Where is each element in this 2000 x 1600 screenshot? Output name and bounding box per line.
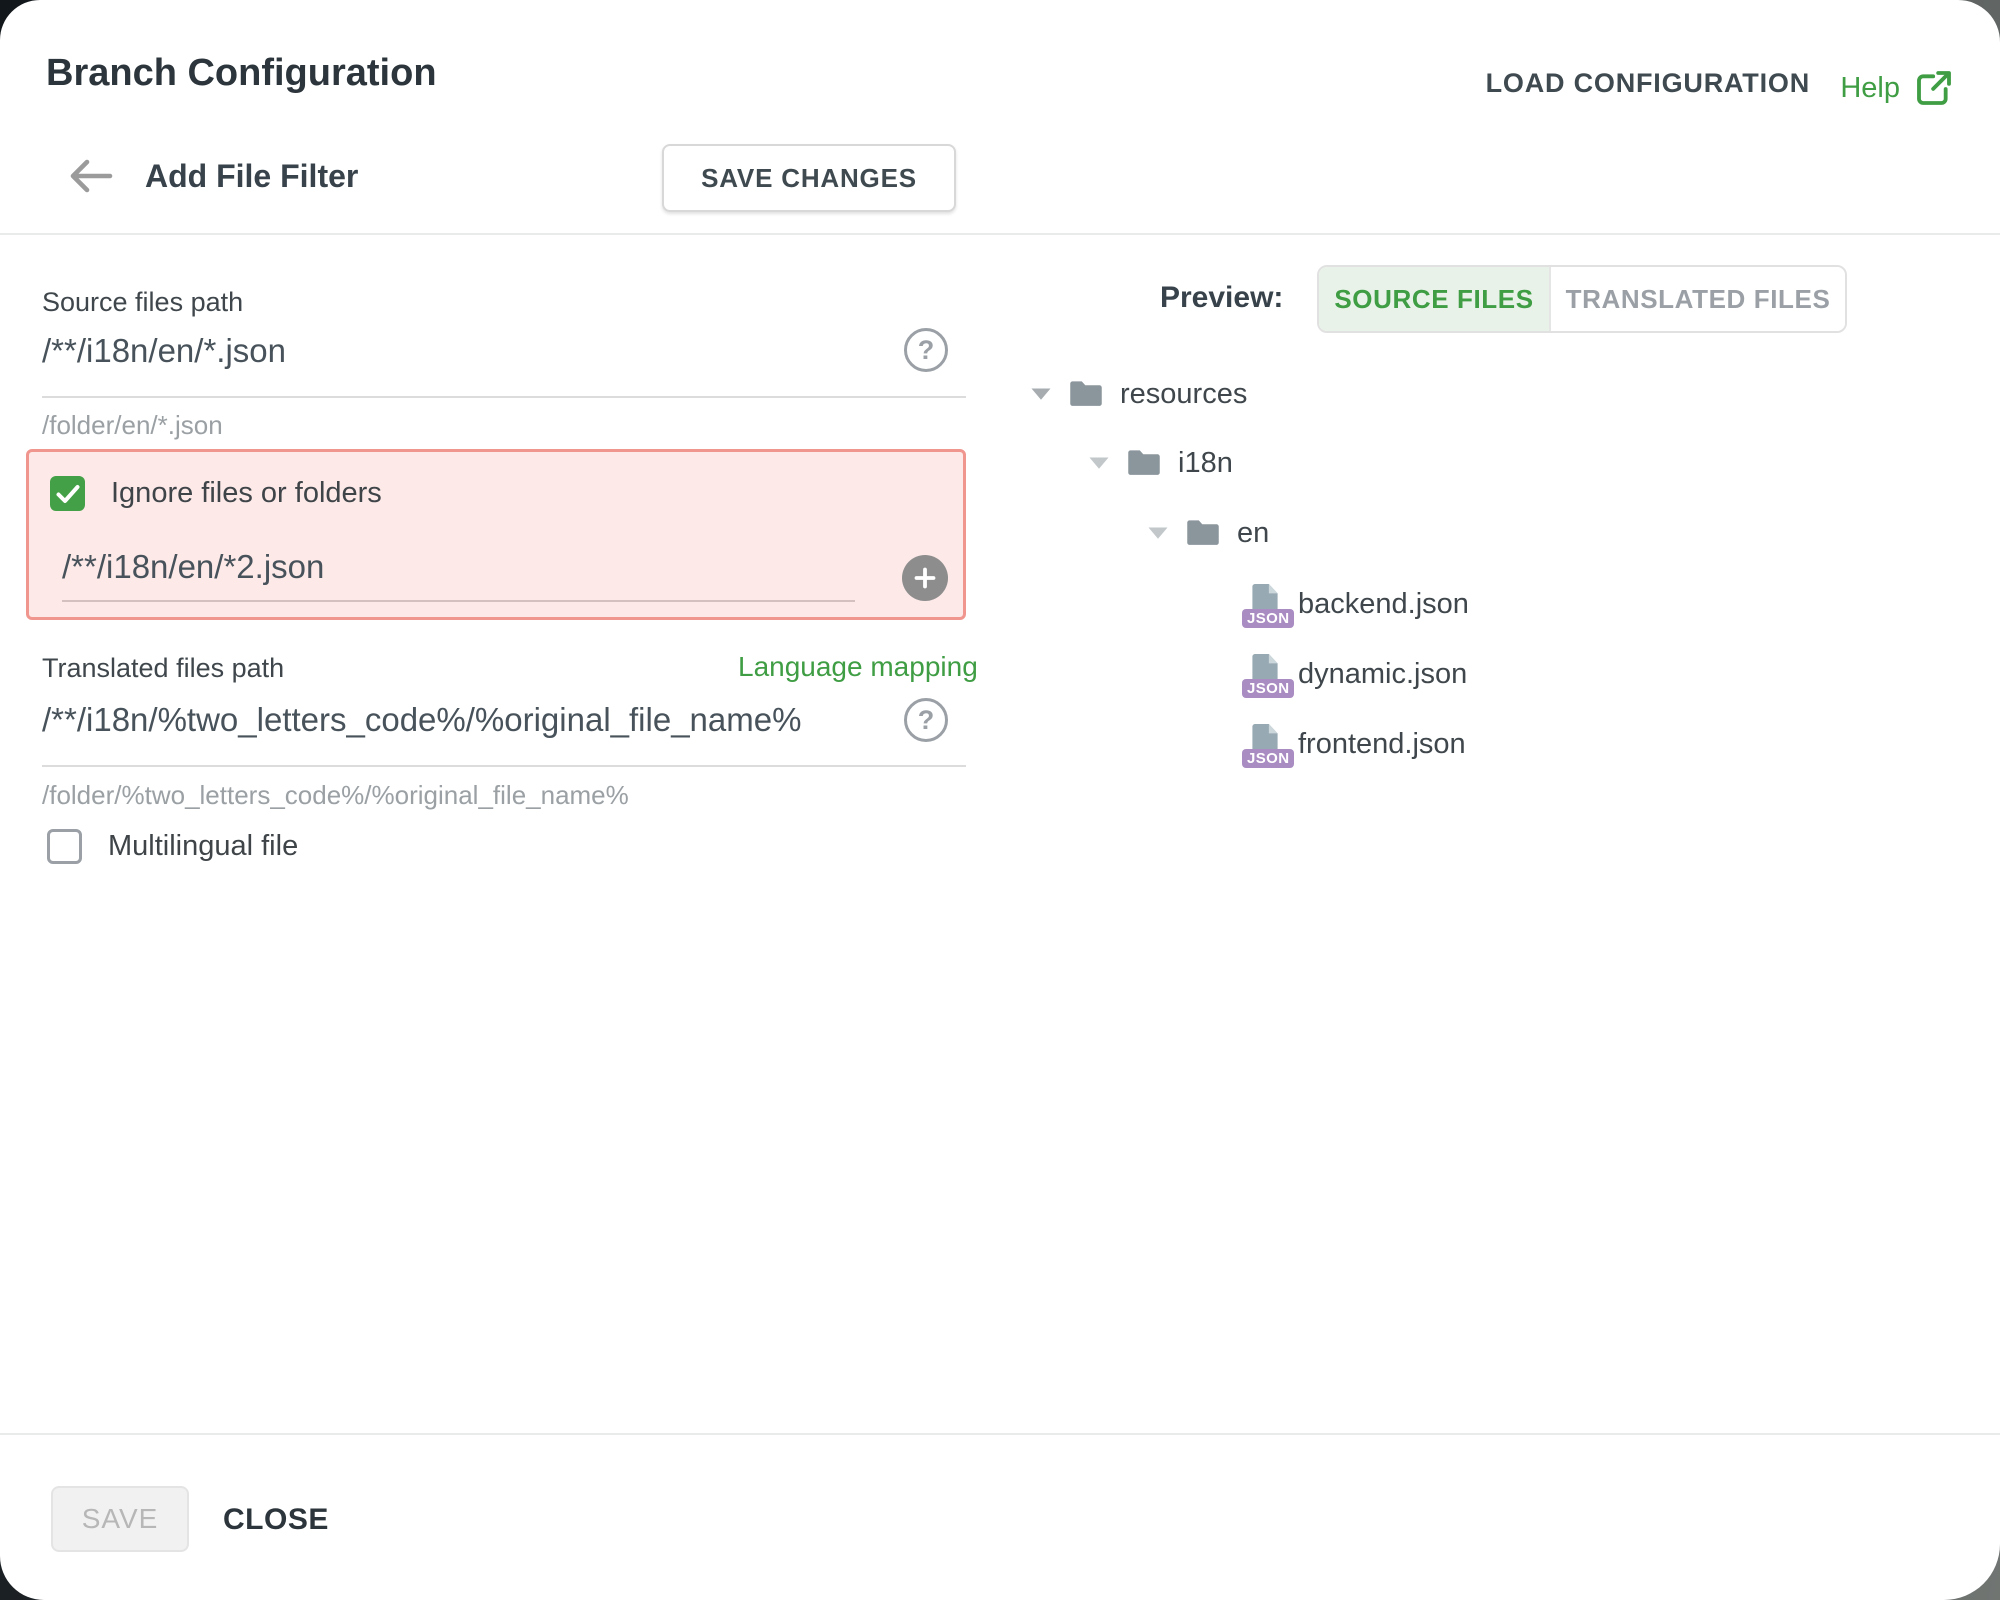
translated-path-hint: /folder/%two_letters_code%/%original_fil… bbox=[42, 780, 629, 811]
folder-icon bbox=[1126, 448, 1162, 478]
tree-item-label: i18n bbox=[1178, 447, 1233, 480]
json-badge: JSON bbox=[1242, 609, 1294, 628]
tree-item-label: backend.json bbox=[1298, 588, 1469, 621]
caret-down-icon[interactable] bbox=[1088, 456, 1110, 470]
tree-item-label: frontend.json bbox=[1298, 728, 1466, 761]
page-title: Branch Configuration bbox=[46, 52, 437, 95]
source-path-hint: /folder/en/*.json bbox=[42, 410, 223, 441]
multilingual-checkbox[interactable] bbox=[47, 829, 82, 864]
translated-path-help-icon[interactable]: ? bbox=[904, 698, 948, 742]
json-file-icon: JSON bbox=[1248, 723, 1282, 765]
preview-label: Preview: bbox=[1160, 281, 1283, 315]
json-file-icon: JSON bbox=[1248, 653, 1282, 695]
add-ignore-pattern-button[interactable] bbox=[902, 555, 948, 601]
json-badge: JSON bbox=[1242, 679, 1294, 698]
help-link[interactable]: Help bbox=[1840, 68, 1954, 108]
source-files-path-label: Source files path bbox=[42, 287, 243, 318]
ignore-pattern-input[interactable]: /**/i18n/en/*2.json bbox=[62, 548, 324, 586]
branch-configuration-dialog: Branch Configuration LOAD CONFIGURATION … bbox=[0, 0, 2000, 1600]
caret-down-icon[interactable] bbox=[1147, 526, 1169, 540]
header-divider bbox=[0, 233, 2000, 235]
tab-translated-files[interactable]: TRANSLATED FILES bbox=[1549, 267, 1845, 331]
tree-row-file-frontend[interactable]: JSON frontend.json bbox=[1016, 721, 1466, 767]
tree-item-label: dynamic.json bbox=[1298, 658, 1467, 691]
filter-title: Add File Filter bbox=[145, 158, 358, 195]
ignore-files-label: Ignore files or folders bbox=[111, 477, 382, 510]
tree-item-label: resources bbox=[1120, 378, 1247, 411]
load-configuration-button[interactable]: LOAD CONFIGURATION bbox=[1486, 68, 1810, 99]
tree-row-file-dynamic[interactable]: JSON dynamic.json bbox=[1016, 651, 1467, 697]
multilingual-label: Multilingual file bbox=[108, 830, 298, 863]
tree-row-file-backend[interactable]: JSON backend.json bbox=[1016, 581, 1469, 627]
folder-icon bbox=[1068, 379, 1104, 409]
close-button[interactable]: CLOSE bbox=[223, 1503, 329, 1537]
source-path-input[interactable]: /**/i18n/en/*.json bbox=[42, 332, 286, 370]
json-badge: JSON bbox=[1242, 749, 1294, 768]
plus-icon bbox=[914, 567, 936, 589]
ignore-files-checkbox-row[interactable]: Ignore files or folders bbox=[50, 476, 382, 511]
translated-path-input[interactable]: /**/i18n/%two_letters_code%/%original_fi… bbox=[42, 701, 801, 739]
language-mapping-link[interactable]: Language mapping bbox=[738, 651, 978, 683]
external-link-icon bbox=[1914, 68, 1954, 108]
ignore-files-highlight-box: Ignore files or folders /**/i18n/en/*2.j… bbox=[26, 449, 966, 620]
preview-toggle-group: SOURCE FILES TRANSLATED FILES bbox=[1317, 265, 1847, 333]
footer-divider bbox=[0, 1433, 2000, 1435]
translated-files-path-label: Translated files path bbox=[42, 653, 284, 684]
translated-path-underline bbox=[42, 765, 966, 767]
tree-row-folder-resources[interactable]: resources bbox=[1016, 371, 1247, 417]
checkmark-icon bbox=[56, 484, 80, 504]
ignore-pattern-underline bbox=[62, 600, 855, 602]
tree-row-folder-i18n[interactable]: i18n bbox=[1016, 440, 1233, 486]
ignore-files-checkbox[interactable] bbox=[50, 476, 85, 511]
folder-icon bbox=[1185, 518, 1221, 548]
multilingual-checkbox-row[interactable]: Multilingual file bbox=[47, 829, 298, 864]
tab-source-files[interactable]: SOURCE FILES bbox=[1319, 267, 1549, 331]
back-arrow-icon[interactable] bbox=[68, 155, 114, 197]
save-changes-button[interactable]: SAVE CHANGES bbox=[662, 144, 956, 212]
source-path-underline bbox=[42, 396, 966, 398]
help-label: Help bbox=[1840, 72, 1900, 105]
source-path-help-icon[interactable]: ? bbox=[904, 328, 948, 372]
json-file-icon: JSON bbox=[1248, 583, 1282, 625]
tree-row-folder-en[interactable]: en bbox=[1016, 510, 1269, 556]
caret-down-icon[interactable] bbox=[1030, 387, 1052, 401]
save-button[interactable]: SAVE bbox=[51, 1486, 189, 1552]
tree-item-label: en bbox=[1237, 517, 1269, 550]
